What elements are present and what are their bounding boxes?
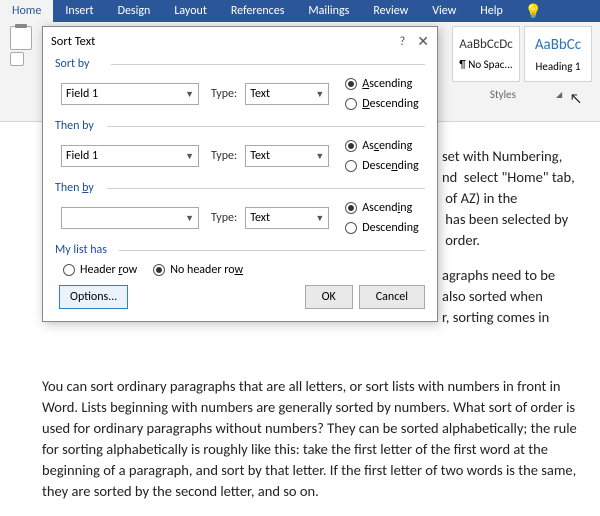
tell-me-icon[interactable]: 💡 [519,0,548,22]
chevron-down-icon: ▼ [185,151,194,162]
chevron-down-icon: ▼ [185,89,194,100]
styles-group-label: Styles ◢ ↖ [452,82,600,107]
paste-icon[interactable] [10,26,32,50]
styles-gallery: AaBbCcDc ¶ No Spac... AaBbCc Heading 1 S… [452,26,600,107]
sortby-descending-radio[interactable]: Descending [345,97,418,111]
style-name: Heading 1 [536,60,581,73]
tab-layout[interactable]: Layout [162,0,219,22]
type-label: Type: [211,211,237,225]
clipboard-small-icon[interactable] [10,52,24,66]
sortby-field-combo[interactable]: Field 1 ▼ [61,83,199,105]
chevron-down-icon: ▼ [315,213,324,224]
document-partial-text: set with Numbering, nd select "Home" tab… [442,146,575,328]
options-button[interactable]: Options... [59,285,128,309]
sort-text-dialog: Sort Text ? ✕ Sort by Field 1 ▼ Type: Te… [42,26,438,322]
tab-design[interactable]: Design [106,0,163,22]
close-icon[interactable]: ✕ [417,33,429,50]
thenby2-field-combo[interactable]: ▼ [61,207,199,229]
style-no-spacing[interactable]: AaBbCcDc ¶ No Spac... [452,26,520,82]
document-paragraph: You can sort ordinary paragraphs that ar… [42,376,580,502]
thenby-label: Then by [55,119,425,133]
no-header-row-radio[interactable]: No header row [153,263,243,277]
thenby2-descending-radio[interactable]: Descending [345,221,418,235]
thenby2-ascending-radio[interactable]: Ascending [345,201,418,215]
style-preview: AaBbCcDc [459,37,513,52]
tab-references[interactable]: References [219,0,297,22]
cursor-icon: ↖ [570,90,582,107]
ok-button[interactable]: OK [305,285,353,309]
mylist-label: My list has [55,243,425,257]
style-name: ¶ No Spac... [459,58,512,71]
cancel-button[interactable]: Cancel [359,285,425,309]
tab-mailings[interactable]: Mailings [296,0,361,22]
dialog-title: Sort Text [51,34,399,49]
dialog-titlebar: Sort Text ? ✕ [43,27,437,55]
help-icon[interactable]: ? [399,34,405,49]
chevron-down-icon: ▼ [315,151,324,162]
chevron-down-icon: ▼ [315,89,324,100]
thenby2-type-combo[interactable]: Text ▼ [245,207,329,229]
tab-insert[interactable]: Insert [53,0,105,22]
sortby-label: Sort by [55,57,425,71]
style-heading-1[interactable]: AaBbCc Heading 1 [524,26,592,82]
tab-view[interactable]: View [420,0,468,22]
tab-home[interactable]: Home [0,0,53,22]
thenby1-field-combo[interactable]: Field 1 ▼ [61,145,199,167]
thenby1-type-combo[interactable]: Text ▼ [245,145,329,167]
chevron-down-icon: ▼ [185,213,194,224]
tab-help[interactable]: Help [468,0,515,22]
style-preview: AaBbCc [535,36,581,54]
styles-launcher-icon[interactable]: ◢ [556,90,562,100]
thenby1-ascending-radio[interactable]: Ascending [345,139,418,153]
type-label: Type: [211,149,237,163]
type-label: Type: [211,87,237,101]
header-row-radio[interactable]: Header row [63,263,137,277]
thenby2-label: Then by [55,181,425,195]
document-body: You can sort ordinary paragraphs that ar… [0,356,592,516]
tab-review[interactable]: Review [361,0,420,22]
sortby-ascending-radio[interactable]: Ascending [345,77,418,91]
thenby1-descending-radio[interactable]: Descending [345,159,418,173]
sortby-type-combo[interactable]: Text ▼ [245,83,329,105]
ribbon-tabs: Home Insert Design Layout References Mai… [0,0,600,22]
